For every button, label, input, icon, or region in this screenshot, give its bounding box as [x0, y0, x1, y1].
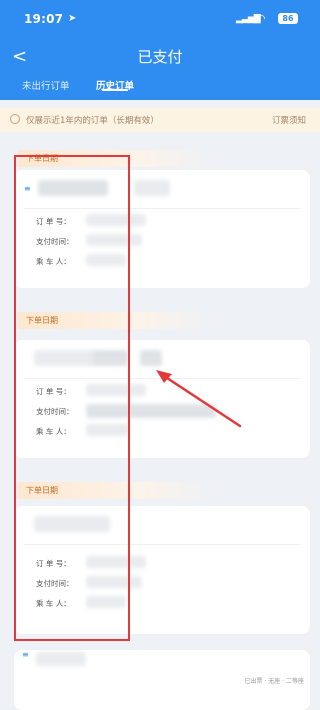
- annotation-arrow-icon: [156, 370, 242, 428]
- page-title: 已支付: [137, 48, 183, 66]
- info-icon: [10, 114, 20, 124]
- app-header: 19:07 ➤ ▂▃▅▇ ◠ 86 < 已支付 未出行订单 历史订单: [0, 0, 320, 100]
- wifi-icon: ◠: [256, 12, 266, 25]
- battery-indicator: 86: [278, 13, 298, 24]
- route-info-blurred: [140, 350, 162, 366]
- train-icon: ≡: [22, 650, 29, 659]
- notice-text: 仅展示近1年内的订单（长期有效）: [26, 116, 159, 126]
- tab-history-orders[interactable]: 历史订单: [96, 78, 134, 92]
- order-status-text: 已出票 · 无座 · 二等座: [244, 678, 304, 685]
- annotation-highlight-box: [14, 155, 130, 641]
- notice-link[interactable]: 订票须知: [272, 114, 306, 126]
- status-time: 19:07: [24, 12, 64, 26]
- nav-bar: < 已支付: [0, 44, 320, 70]
- status-bar: 19:07 ➤ ▂▃▅▇ ◠ 86: [0, 0, 320, 38]
- location-arrow-icon: ➤: [68, 13, 77, 24]
- tab-upcoming-orders[interactable]: 未出行订单: [22, 78, 70, 92]
- route-info-blurred: [36, 652, 86, 666]
- order-tabs: 未出行订单 历史订单: [0, 78, 320, 100]
- notice-bar[interactable]: 仅展示近1年内的订单（长期有效） 订票须知: [0, 108, 320, 132]
- route-info-blurred: [134, 180, 170, 196]
